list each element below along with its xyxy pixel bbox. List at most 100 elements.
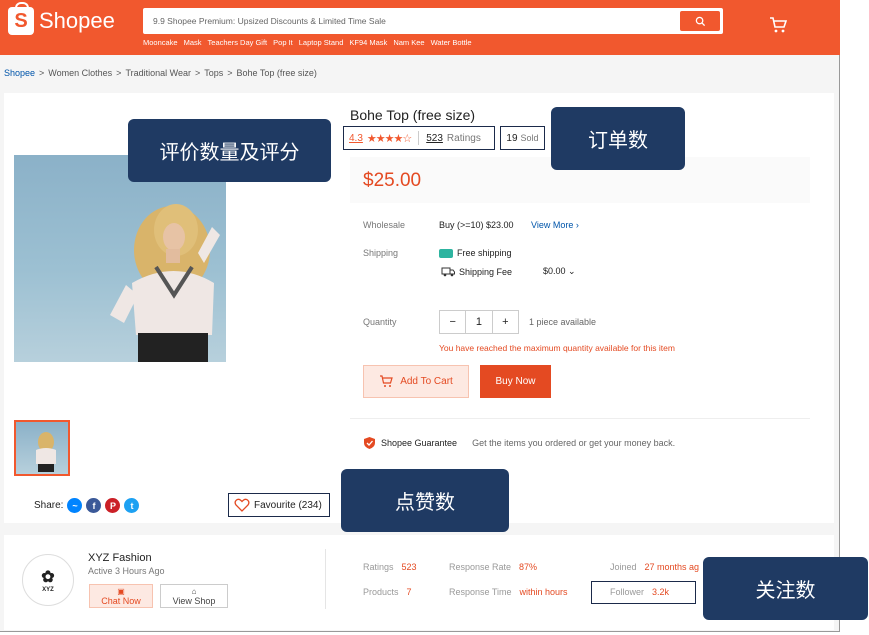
shipping-fee-dropdown[interactable]: $0.00 ⌄ — [543, 266, 576, 277]
shipping-fee-value: $0.00 — [543, 266, 566, 276]
stat-value: 7 — [406, 587, 412, 597]
quantity-input[interactable]: 1 — [466, 311, 493, 333]
follower-highlight-box — [591, 581, 696, 604]
product-title: Bohe Top (free size) — [350, 107, 476, 123]
shop-response-time-stat: Response Time within hours — [449, 587, 568, 597]
chat-icon: ▣ — [117, 586, 125, 596]
likes-callout: 点赞数 — [341, 469, 509, 532]
model-photo — [110, 204, 220, 362]
pinterest-icon[interactable]: P — [105, 498, 121, 513]
thumbnail[interactable] — [14, 420, 70, 476]
product-price: $25.00 — [363, 170, 422, 191]
rating-value: 4.3 — [349, 132, 363, 144]
stat-value: 523 — [401, 562, 417, 572]
rating-summary[interactable]: 4.3 ★★★★☆ 523 Ratings — [343, 126, 495, 150]
quantity-decrease-button[interactable]: − — [440, 311, 467, 333]
shop-response-rate-stat: Response Rate 87% — [449, 562, 537, 572]
shipping-label: Shipping — [363, 248, 399, 258]
hot-keywords: Mooncake Mask Teachers Day Gift Pop It L… — [143, 38, 472, 47]
favourite-button[interactable]: Favourite (234) — [228, 493, 330, 517]
stat-label: Joined — [610, 562, 637, 572]
buy-now-button[interactable]: Buy Now — [480, 365, 551, 398]
breadcrumb-separator: > — [116, 68, 122, 78]
share-label: Share: — [34, 500, 64, 511]
divider — [418, 131, 420, 145]
view-more-label: View More — [531, 220, 574, 230]
sold-label: Sold — [520, 133, 539, 143]
search-button[interactable] — [680, 11, 720, 31]
shop-joined-stat: Joined 27 months ag — [610, 562, 699, 572]
truck-icon — [441, 267, 455, 277]
quantity-increase-button[interactable]: + — [493, 311, 518, 333]
shopping-bag-icon: S — [8, 2, 34, 35]
shop-icon: ⌂ — [191, 586, 197, 596]
cart-plus-icon — [380, 375, 393, 387]
search-icon — [695, 16, 705, 26]
top-header: S Shopee 9.9 Shopee Premium: Upsized Dis… — [0, 0, 840, 55]
section-divider — [350, 418, 810, 419]
search-bar[interactable]: 9.9 Shopee Premium: Upsized Discounts & … — [143, 8, 723, 34]
view-shop-button[interactable]: ⌂ View Shop — [160, 584, 228, 608]
free-shipping-text: Free shipping — [457, 248, 512, 258]
stat-value: within hours — [519, 587, 568, 597]
orders-callout: 订单数 — [551, 107, 685, 170]
hot-keyword[interactable]: Pop It — [273, 38, 293, 47]
shopee-logo[interactable]: S Shopee — [8, 2, 115, 35]
chat-now-button[interactable]: ▣ Chat Now — [89, 584, 153, 608]
free-shipping-row: Free shipping — [439, 248, 512, 258]
cart-button[interactable] — [768, 15, 788, 38]
heart-icon — [234, 498, 250, 512]
favourite-label: Favourite (234) — [254, 499, 322, 511]
stat-label: Response Rate — [449, 562, 512, 572]
stat-label: Ratings — [363, 562, 394, 572]
followers-callout: 关注数 — [703, 557, 868, 620]
shop-logo-text: XYZ — [42, 587, 54, 593]
hot-keyword[interactable]: Mooncake — [143, 38, 178, 47]
stat-value: 27 months ag — [644, 562, 700, 572]
shop-name[interactable]: XYZ Fashion — [88, 552, 152, 564]
view-shop-label: View Shop — [172, 595, 216, 606]
logo-text: Shopee — [39, 8, 115, 33]
hot-keyword[interactable]: Water Bottle — [431, 38, 472, 47]
product-main-image[interactable] — [14, 155, 226, 362]
breadcrumb-item[interactable]: Shopee — [4, 68, 35, 78]
hot-keyword[interactable]: Teachers Day Gift — [208, 38, 268, 47]
hot-keyword[interactable]: Nam Kee — [393, 38, 424, 47]
star-rating-icon: ★★★★☆ — [366, 132, 412, 145]
sold-count: 19 — [506, 132, 518, 144]
shipping-fee-row: Shipping Fee — [441, 266, 512, 277]
breadcrumb-separator: > — [227, 68, 233, 78]
ratings-count: 523 — [426, 132, 443, 144]
wholesale-view-more[interactable]: View More › — [531, 220, 579, 230]
messenger-icon[interactable]: ~ — [67, 498, 83, 513]
shop-avatar[interactable]: ✿ XYZ — [22, 554, 74, 606]
hot-keyword[interactable]: KF94 Mask — [349, 38, 387, 47]
breadcrumb-current: Bohe Top (free size) — [236, 68, 317, 78]
stat-label: Products — [363, 587, 399, 597]
wholesale-label: Wholesale — [363, 220, 406, 230]
shipping-fee-label: Shipping Fee — [459, 266, 513, 277]
max-quantity-warning: You have reached the maximum quantity av… — [439, 343, 675, 353]
share-row: Share: ~ f P t — [34, 498, 140, 513]
quantity-stepper[interactable]: − 1 + — [439, 310, 519, 334]
search-input[interactable]: 9.9 Shopee Premium: Upsized Discounts & … — [153, 16, 386, 26]
shop-divider — [325, 549, 326, 609]
ratings-label: Ratings — [446, 132, 481, 144]
add-to-cart-button[interactable]: Add To Cart — [363, 365, 469, 398]
breadcrumb-item[interactable]: Traditional Wear — [125, 68, 191, 78]
hot-keyword[interactable]: Laptop Stand — [299, 38, 344, 47]
cart-icon — [770, 17, 788, 33]
breadcrumb-item[interactable]: Tops — [204, 68, 223, 78]
free-shipping-icon — [439, 248, 453, 258]
facebook-icon[interactable]: f — [86, 498, 102, 513]
hot-keyword[interactable]: Mask — [184, 38, 202, 47]
twitter-icon[interactable]: t — [124, 498, 140, 513]
breadcrumb-separator: > — [39, 68, 45, 78]
shop-products-stat: Products 7 — [363, 587, 412, 597]
stat-label: Response Time — [449, 587, 512, 597]
shop-active-status: Active 3 Hours Ago — [88, 566, 165, 576]
page: S Shopee 9.9 Shopee Premium: Upsized Dis… — [0, 0, 840, 632]
breadcrumb-item[interactable]: Women Clothes — [48, 68, 112, 78]
guarantee-description: Get the items you ordered or get your mo… — [472, 438, 676, 448]
chat-now-label: Chat Now — [101, 595, 141, 606]
